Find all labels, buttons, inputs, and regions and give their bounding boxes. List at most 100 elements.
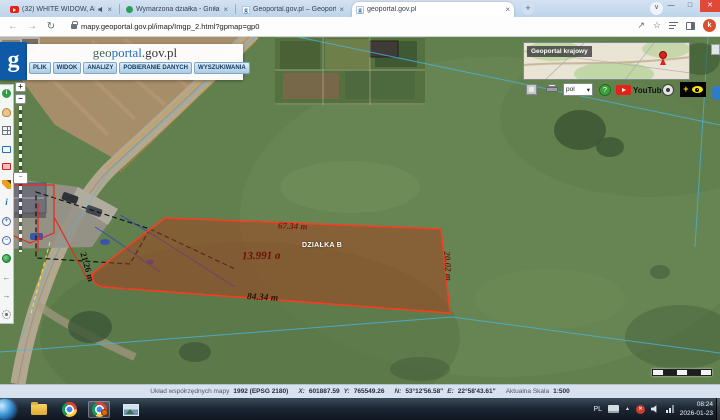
language-indicator[interactable]: PL bbox=[593, 406, 602, 413]
notification-badge bbox=[101, 409, 108, 416]
tab-wymarzona-dzialka[interactable]: Wymarzona działka - Gniła - sp × bbox=[122, 2, 232, 17]
map-window-blue-icon[interactable] bbox=[2, 146, 11, 153]
tab-title: geoportal.gov.pl bbox=[367, 6, 502, 13]
language-select[interactable]: pol ▾ bbox=[563, 83, 593, 96]
window-minimize-button[interactable]: — bbox=[662, 0, 680, 12]
map-window-red-icon[interactable] bbox=[2, 163, 11, 170]
tab-geoportal-active[interactable]: g geoportal.gov.pl × bbox=[352, 2, 514, 17]
legend-grid-icon[interactable] bbox=[2, 126, 11, 135]
menu-plik[interactable]: PLIK bbox=[29, 62, 51, 74]
dropdown-arrow-icon: ▾ bbox=[587, 86, 590, 94]
https-lock-icon[interactable] bbox=[71, 24, 77, 29]
parcel-side-bottom-label: 84.34 m bbox=[247, 292, 279, 304]
crs-value: 1992 (EPSG 2180) bbox=[233, 388, 288, 395]
windows-taskbar: PL ▲ ✕ 08:24 2026-01-23 bbox=[0, 398, 720, 420]
tab-title: Geoportal.gov.pl – Geoportal In bbox=[253, 6, 336, 13]
print-icon[interactable] bbox=[546, 84, 558, 94]
map-canvas[interactable]: 67.34 m 13.991 a DZIAŁKA B 84.34 m 20.02… bbox=[0, 37, 720, 384]
tab-close-icon[interactable]: × bbox=[505, 5, 510, 14]
identify-icon[interactable]: i bbox=[2, 198, 11, 207]
e-value: 22°58'43.61" bbox=[458, 388, 496, 395]
taskbar-chrome-active-button[interactable] bbox=[88, 401, 110, 418]
panel-icon[interactable] bbox=[526, 84, 537, 95]
next-view-icon[interactable]: → bbox=[2, 291, 11, 300]
browser-addressbar: ← → ↻ mapy.geoportal.gov.pl/imap/Imgp_2.… bbox=[0, 17, 720, 37]
map-scalebar bbox=[652, 369, 712, 376]
full-extent-globe-icon[interactable] bbox=[2, 254, 11, 263]
previous-view-icon[interactable]: ← bbox=[2, 273, 11, 282]
taskbar-clock[interactable]: 08:24 2026-01-23 bbox=[680, 400, 713, 418]
tab-geoportal-info[interactable]: g Geoportal.gov.pl – Geoportal In × bbox=[238, 2, 348, 17]
map-statusbar: Układ współrzędnych mapy 1992 (EPSG 2180… bbox=[0, 384, 720, 398]
help-button[interactable]: ? bbox=[599, 84, 611, 96]
y-label: Y: bbox=[344, 388, 350, 395]
parcel-area-label: 13.991 a bbox=[242, 250, 281, 263]
network-signal-icon[interactable] bbox=[666, 405, 674, 413]
share-icon[interactable]: ↗ bbox=[637, 20, 645, 31]
tab-youtube[interactable]: (32) WHITE WIDOW, Aleshe × bbox=[6, 2, 116, 17]
zoom-slider-handle[interactable]: − bbox=[13, 172, 28, 184]
new-tab-button[interactable]: + bbox=[522, 3, 534, 15]
browser-tabbar: (32) WHITE WIDOW, Aleshe × Wymarzona dzi… bbox=[0, 0, 720, 17]
measure-pencil-icon[interactable] bbox=[2, 180, 11, 189]
pan-hand-icon[interactable] bbox=[2, 108, 11, 117]
menu-widok[interactable]: WIDOK bbox=[53, 62, 82, 74]
profile-avatar[interactable]: k bbox=[703, 19, 716, 32]
zoom-in-lens-icon[interactable]: + bbox=[2, 217, 11, 226]
zoom-in-button[interactable]: + bbox=[15, 82, 26, 92]
show-desktop-button[interactable] bbox=[716, 398, 720, 420]
tab-close-icon[interactable]: × bbox=[107, 5, 112, 14]
keyboard-icon[interactable] bbox=[608, 405, 619, 413]
window-close-button[interactable]: ✕ bbox=[700, 0, 720, 12]
tab-close-icon[interactable]: × bbox=[223, 5, 228, 14]
n-label: N: bbox=[394, 388, 401, 395]
tray-expand-icon[interactable]: ▲ bbox=[625, 406, 630, 412]
high-contrast-eye-icon[interactable] bbox=[692, 86, 703, 93]
collapsed-panel-arrow[interactable] bbox=[712, 86, 720, 100]
overview-minimap[interactable]: Geoportal krajowy bbox=[523, 42, 690, 80]
forward-icon[interactable]: → bbox=[26, 21, 38, 32]
language-value: pol bbox=[566, 86, 575, 93]
bookmark-star-icon[interactable]: ☆ bbox=[653, 20, 661, 31]
back-icon[interactable]: ← bbox=[7, 21, 19, 32]
font-size-plus-icon[interactable]: + bbox=[683, 83, 688, 96]
menu-pobieranie-danych[interactable]: POBIERANIE DANYCH bbox=[119, 62, 192, 74]
url-text[interactable]: mapy.geoportal.gov.pl/imap/Imgp_2.html?g… bbox=[81, 22, 259, 31]
geoportal-logo[interactable]: g bbox=[0, 42, 27, 80]
reading-list-icon[interactable] bbox=[669, 22, 678, 30]
menu-wyszukiwania[interactable]: WYSZUKIWANIA bbox=[194, 62, 250, 74]
map-toolbar: i i + − ← → bbox=[0, 84, 14, 324]
info-icon[interactable]: i bbox=[2, 89, 11, 98]
collapsed-panel-tab[interactable] bbox=[711, 44, 720, 55]
volume-icon[interactable] bbox=[651, 405, 660, 414]
zoom-out-lens-icon[interactable]: − bbox=[2, 236, 11, 245]
scale-value: 1:500 bbox=[553, 388, 570, 395]
brand-suffix: .gov.pl bbox=[142, 45, 177, 60]
photo-viewer-icon bbox=[123, 404, 139, 416]
start-button[interactable] bbox=[0, 399, 16, 420]
geoportal-header: geoportal.gov.pl PLIK WIDOK ANALIZY POBI… bbox=[27, 44, 243, 80]
tab-title: Wymarzona działka - Gniła - sp bbox=[136, 6, 220, 13]
brand-geo: geo bbox=[93, 45, 112, 60]
addressbar-actions: ↗ ☆ k bbox=[637, 19, 716, 32]
tab-close-icon[interactable]: × bbox=[339, 5, 344, 14]
taskbar-chrome-button[interactable] bbox=[58, 401, 80, 418]
tab-separator bbox=[119, 4, 120, 14]
tab-audio-icon[interactable] bbox=[98, 7, 104, 13]
clock-time: 08:24 bbox=[680, 400, 713, 409]
action-center-alert-icon[interactable]: ✕ bbox=[636, 405, 645, 414]
reload-icon[interactable]: ↻ bbox=[45, 21, 57, 32]
youtube-link[interactable]: YouTube bbox=[616, 85, 666, 95]
menu-analizy[interactable]: ANALIZY bbox=[83, 62, 117, 74]
zoom-out-button[interactable]: − bbox=[15, 94, 26, 104]
aerial-map[interactable] bbox=[0, 37, 720, 384]
chrome-icon bbox=[62, 402, 77, 417]
taskbar-photos-button[interactable] bbox=[120, 401, 142, 418]
tab-title: (32) WHITE WIDOW, Aleshe bbox=[22, 6, 95, 13]
settings-gear-icon[interactable] bbox=[2, 310, 11, 319]
window-maximize-button[interactable]: □ bbox=[681, 0, 699, 12]
side-panel-icon[interactable] bbox=[686, 22, 695, 30]
site-favicon-icon bbox=[126, 6, 133, 13]
camera-button[interactable] bbox=[662, 84, 674, 96]
taskbar-explorer-button[interactable] bbox=[28, 401, 50, 418]
